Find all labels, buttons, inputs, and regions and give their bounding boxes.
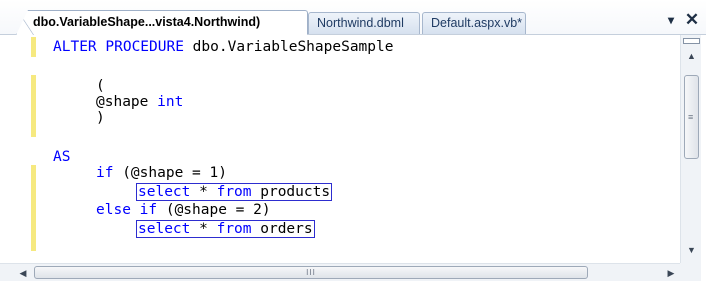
code-text: orders bbox=[251, 221, 313, 237]
code-text: @shape bbox=[96, 94, 158, 110]
window-bottom-edge bbox=[0, 281, 706, 292]
editor-margin bbox=[0, 35, 33, 263]
horizontal-scroll-thumb[interactable]: III bbox=[34, 266, 588, 279]
grip-icon: ≡ bbox=[688, 112, 694, 122]
tab-label: dbo.VariableShape...vista4.Northwind) bbox=[33, 15, 261, 29]
code-line-1: ALTER PROCEDURE dbo.VariableShapeSample bbox=[53, 38, 393, 56]
horizontal-scrollbar[interactable]: ◀ III ▶ bbox=[0, 263, 701, 281]
code-line-10: else if (@shape = 2) bbox=[96, 201, 271, 219]
keyword: AS bbox=[53, 149, 71, 165]
code-text: * bbox=[190, 221, 217, 237]
code-text: dbo.VariableShapeSample bbox=[183, 39, 394, 55]
window-list-dropdown-icon[interactable]: ▾ bbox=[663, 12, 679, 28]
code-line-5: ) bbox=[96, 109, 105, 127]
code-text: ( bbox=[96, 78, 105, 94]
keyword: if bbox=[96, 165, 114, 181]
document-tab-strip: dbo.VariableShape...vista4.Northwind) No… bbox=[0, 0, 706, 35]
change-indicator bbox=[31, 165, 36, 251]
code-line-11: select * from orders bbox=[136, 220, 315, 238]
change-indicator bbox=[31, 37, 36, 57]
code-text: ) bbox=[96, 110, 105, 126]
tab-label: Northwind.dbml bbox=[317, 16, 404, 30]
keyword: from bbox=[216, 184, 252, 200]
code-text: (@shape = 1) bbox=[113, 165, 227, 181]
scroll-left-icon[interactable]: ◀ bbox=[14, 264, 32, 282]
scroll-right-icon[interactable]: ▶ bbox=[662, 264, 680, 282]
close-icon[interactable]: ✕ bbox=[684, 11, 700, 29]
code-text: (@shape = 2) bbox=[157, 202, 271, 218]
keyword: else if bbox=[96, 202, 158, 218]
highlighted-statement[interactable]: select * from orders bbox=[136, 220, 315, 238]
code-line-7: AS bbox=[53, 148, 70, 166]
keyword: int bbox=[157, 94, 184, 110]
code-text: products bbox=[251, 184, 331, 200]
keyword: ALTER PROCEDURE bbox=[53, 39, 184, 55]
change-indicator bbox=[31, 75, 36, 137]
code-editor[interactable]: ALTER PROCEDURE dbo.VariableShapeSample … bbox=[0, 35, 680, 263]
highlighted-statement[interactable]: select * from products bbox=[136, 183, 333, 201]
code-line-9: select * from products bbox=[136, 183, 333, 201]
tab-variableshape-procedure[interactable]: dbo.VariableShape...vista4.Northwind) bbox=[16, 10, 308, 35]
keyword: select bbox=[138, 184, 191, 200]
scrollbar-corner bbox=[680, 263, 701, 281]
grip-icon: III bbox=[306, 268, 316, 277]
tab-label: Default.aspx.vb* bbox=[431, 16, 523, 30]
code-line-8: if (@shape = 1) bbox=[96, 164, 227, 182]
keyword: select bbox=[138, 221, 191, 237]
tab-default-aspx-vb[interactable]: Default.aspx.vb* bbox=[422, 12, 526, 34]
vertical-scroll-thumb[interactable]: ≡ bbox=[684, 75, 699, 159]
scroll-down-icon[interactable]: ▼ bbox=[681, 243, 702, 257]
scroll-up-icon[interactable]: ▲ bbox=[681, 49, 702, 63]
split-handle[interactable] bbox=[683, 38, 700, 44]
code-text: * bbox=[190, 184, 217, 200]
keyword: from bbox=[216, 221, 252, 237]
code-line-4: @shape int bbox=[96, 93, 183, 111]
vertical-scrollbar[interactable]: ▲ ≡ ▼ bbox=[680, 35, 701, 263]
tab-northwind-dbml[interactable]: Northwind.dbml bbox=[308, 12, 420, 34]
